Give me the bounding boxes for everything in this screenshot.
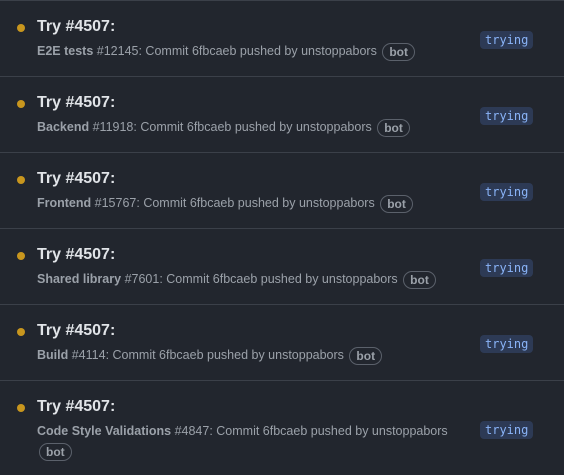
run-title-link[interactable]: Try #4507: <box>37 170 115 188</box>
branch-label[interactable]: trying <box>480 421 534 439</box>
run-description: : Commit 6fbcaeb pushed by unstoppabors <box>136 196 375 210</box>
run-number: #7601 <box>124 272 160 286</box>
run-meta: Shared library #7601: Commit 6fbcaeb pus… <box>37 269 467 289</box>
run-title-link[interactable]: Try #4507: <box>37 94 115 112</box>
run-number: #4847 <box>174 424 210 438</box>
branch-label[interactable]: trying <box>480 107 534 125</box>
workflow-run-row[interactable]: Try #4507: Shared library #7601: Commit … <box>0 229 564 305</box>
run-title-link[interactable]: Try #4507: <box>37 398 115 416</box>
workflow-name: Code Style Validations <box>37 424 172 438</box>
in-progress-status-icon <box>17 24 25 32</box>
workflow-name: Build <box>37 348 69 362</box>
in-progress-status-icon <box>17 328 25 336</box>
branch-label[interactable]: trying <box>480 259 534 277</box>
run-description: : Commit 6fbcaeb pushed by unstoppabors <box>138 44 377 58</box>
in-progress-status-icon <box>17 176 25 184</box>
run-meta: E2E tests #12145: Commit 6fbcaeb pushed … <box>37 41 467 61</box>
run-meta: Backend #11918: Commit 6fbcaeb pushed by… <box>37 117 467 137</box>
bot-badge: bot <box>382 42 415 61</box>
branch-label[interactable]: trying <box>480 335 534 353</box>
run-title-link[interactable]: Try #4507: <box>37 322 115 340</box>
branch-label[interactable]: trying <box>480 183 534 201</box>
workflow-run-row[interactable]: Try #4507: Frontend #15767: Commit 6fbca… <box>0 153 564 229</box>
workflow-run-row[interactable]: Try #4507: Code Style Validations #4847:… <box>0 381 564 461</box>
workflow-name: Frontend <box>37 196 92 210</box>
run-title-link[interactable]: Try #4507: <box>37 18 115 36</box>
in-progress-status-icon <box>17 252 25 260</box>
bot-badge: bot <box>403 270 436 289</box>
in-progress-status-icon <box>17 100 25 108</box>
run-meta: Code Style Validations #4847: Commit 6fb… <box>37 421 467 461</box>
workflow-name: Backend <box>37 120 90 134</box>
workflow-run-row[interactable]: Try #4507: Backend #11918: Commit 6fbcae… <box>0 77 564 153</box>
branch-label[interactable]: trying <box>480 31 534 49</box>
workflow-name: E2E tests <box>37 44 94 58</box>
run-number: #4114 <box>71 348 106 362</box>
run-title-link[interactable]: Try #4507: <box>37 246 115 264</box>
workflow-run-list: Try #4507: E2E tests #12145: Commit 6fbc… <box>0 0 564 475</box>
workflow-run-row[interactable]: Try #4507: Build #4114: Commit 6fbcaeb p… <box>0 305 564 381</box>
run-description: : Commit 6fbcaeb pushed by unstoppabors <box>105 348 344 362</box>
bot-badge: bot <box>380 194 413 213</box>
bot-badge: bot <box>349 346 383 365</box>
run-number: #11918 <box>92 120 134 134</box>
bot-badge: bot <box>39 442 72 461</box>
run-description: : Commit 6fbcaeb pushed by unstoppabors <box>209 424 448 438</box>
run-number: #12145 <box>96 44 139 58</box>
in-progress-status-icon <box>17 404 25 412</box>
workflow-name: Shared library <box>37 272 122 286</box>
run-number: #15767 <box>94 196 137 210</box>
run-description: : Commit 6fbcaeb pushed by unstoppabors <box>133 120 372 134</box>
run-meta: Build #4114: Commit 6fbcaeb pushed by un… <box>37 345 467 365</box>
run-meta: Frontend #15767: Commit 6fbcaeb pushed b… <box>37 193 467 213</box>
run-description: : Commit 6fbcaeb pushed by unstoppabors <box>159 272 398 286</box>
bot-badge: bot <box>377 118 410 137</box>
workflow-run-row[interactable]: Try #4507: E2E tests #12145: Commit 6fbc… <box>0 1 564 77</box>
